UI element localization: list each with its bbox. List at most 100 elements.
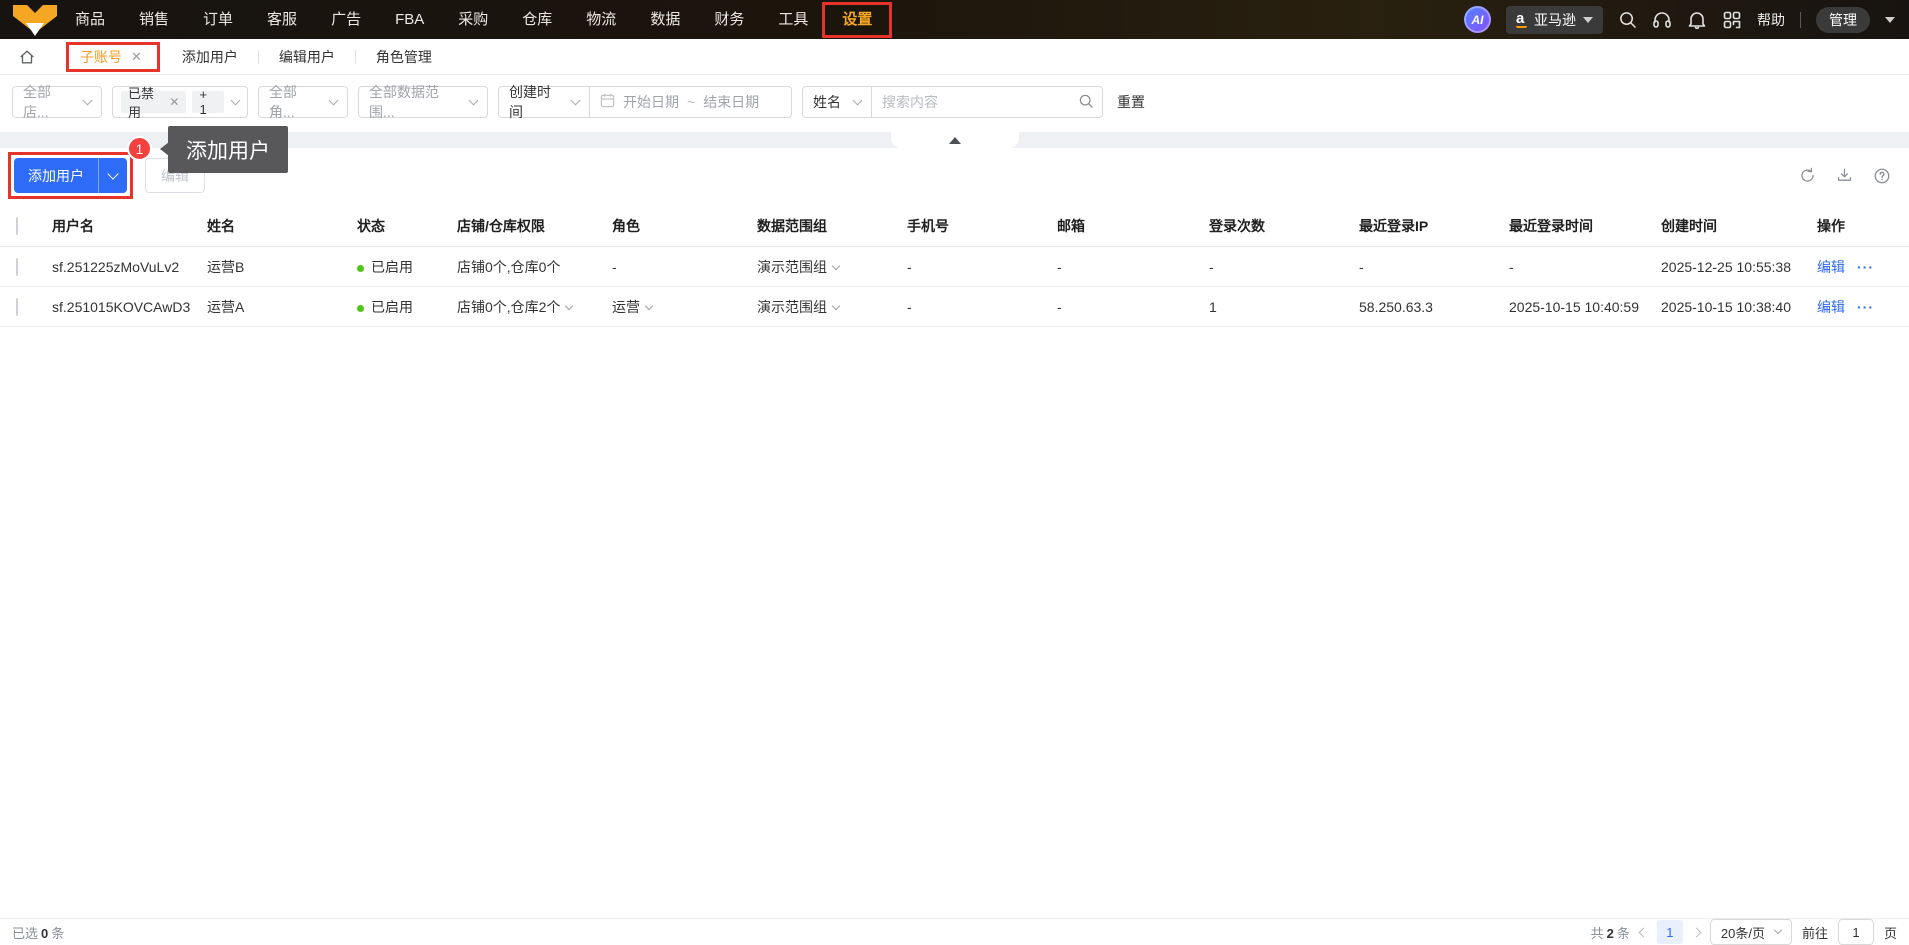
shop-filter-select[interactable]: 全部店... [12,84,102,120]
add-user-button[interactable]: 添加用户 [8,152,133,199]
tab-编辑用户[interactable]: 编辑用户 ✕ [259,39,355,75]
column-header-店铺/仓库权限[interactable]: 店铺/仓库权限 [457,216,612,236]
more-actions-icon[interactable]: ··· [1857,259,1874,275]
home-icon[interactable] [18,48,36,66]
chevron-down-icon[interactable] [565,301,574,310]
table-row: sf.251015KOVCAwD3 运营A 已启用 店铺0个,仓库2个 运营 演… [0,287,1909,327]
nav-item-订单[interactable]: 订单 [186,0,250,39]
more-actions-icon[interactable]: ··· [1857,299,1874,315]
nav-item-物流[interactable]: 物流 [569,0,633,39]
chevron-down-icon [82,95,93,105]
column-header-操作[interactable]: 操作 [1817,216,1893,236]
ai-assistant-button[interactable]: AI [1464,6,1491,33]
column-header-登录次数[interactable]: 登录次数 [1209,216,1359,236]
nav-item-工具[interactable]: 工具 [761,0,825,39]
refresh-icon[interactable] [1799,167,1816,184]
chevron-down-icon[interactable] [831,261,841,270]
row-checkbox[interactable] [16,257,18,276]
edit-button[interactable]: 编辑 [145,158,205,193]
column-header-姓名[interactable]: 姓名 [207,216,357,236]
time-field-select[interactable]: 创建时间 [498,84,590,120]
nav-item-采购[interactable]: 采购 [441,0,505,39]
nav-item-数据[interactable]: 数据 [633,0,697,39]
scope-filter-select[interactable]: 全部数据范围... [358,84,488,120]
column-header-用户名[interactable]: 用户名 [52,216,207,236]
search-input[interactable] [882,94,1070,110]
cell-role[interactable]: 运营 [612,297,757,317]
nav-item-广告[interactable]: 广告 [314,0,378,39]
cell-scope-group[interactable]: 演示范围组 [757,297,907,317]
status-dot-icon [357,264,364,272]
export-download-icon[interactable] [1836,167,1853,184]
account-menu[interactable]: 管理 [1816,6,1870,33]
nav-item-商品[interactable]: 商品 [58,0,122,39]
chevron-down-icon[interactable] [831,301,841,310]
account-chevron-down-icon[interactable] [1885,16,1895,23]
help-link[interactable]: 帮助 [1757,10,1785,30]
cell-permission[interactable]: 店铺0个,仓库2个 [457,297,612,317]
column-header-最近登录IP[interactable]: 最近登录IP [1359,216,1509,236]
column-header-状态[interactable]: 状态 [357,216,457,236]
nav-item-客服[interactable]: 客服 [250,0,314,39]
app-logo[interactable] [12,0,58,39]
search-icon[interactable] [1078,93,1094,112]
marketplace-selector[interactable]: a 亚马逊 [1506,5,1603,34]
page-number-button[interactable]: 1 [1656,920,1683,944]
nav-item-销售[interactable]: 销售 [122,0,186,39]
cell-username: sf.251015KOVCAwD3 [52,298,191,315]
column-header-手机号[interactable]: 手机号 [907,216,1057,236]
scope-filter-placeholder: 全部数据范围... [369,84,439,120]
pagination: 共2条 1 20条/页 前往 页 [1591,919,1897,945]
column-header-创建时间[interactable]: 创建时间 [1661,216,1817,236]
date-filter-group: 创建时间 开始日期 ~ 结束日期 [498,84,792,120]
tab-添加用户[interactable]: 添加用户 ✕ [162,39,258,75]
chevron-down-icon[interactable] [644,301,654,310]
date-range-picker[interactable]: 开始日期 ~ 结束日期 [589,86,792,118]
tab-角色管理[interactable]: 角色管理 ✕ [356,39,452,75]
status-filter-tags: 已禁用✕ + 1✕ [121,86,224,120]
cell-role[interactable]: - [612,259,757,275]
column-header-数据范围组[interactable]: 数据范围组 [757,216,907,236]
chevron-down-icon [230,95,241,105]
column-header-角色[interactable]: 角色 [612,216,757,236]
close-icon[interactable]: ✕ [169,96,179,108]
table-row: sf.251225zMoVuLv2 运营B 已启用 店铺0个,仓库0个 - 演示… [0,247,1909,287]
row-checkbox[interactable] [16,297,18,316]
help-circle-icon[interactable] [1873,167,1891,185]
reset-button[interactable]: 重置 [1117,92,1145,112]
nav-item-仓库[interactable]: 仓库 [505,0,569,39]
next-page-icon[interactable] [1691,927,1702,937]
edit-link[interactable]: 编辑 [1817,297,1845,317]
column-header-邮箱[interactable]: 邮箱 [1057,216,1209,236]
apps-grid-icon[interactable] [1722,10,1742,30]
start-date-placeholder: 开始日期 [623,94,679,110]
cell-permission[interactable]: 店铺0个,仓库0个 [457,257,612,277]
nav-item-设置[interactable]: 设置 [822,0,893,39]
search-field-select[interactable]: 姓名 [802,86,872,118]
cell-scope-group[interactable]: 演示范围组 [757,257,907,277]
table-header: 用户名 姓名 状态 店铺/仓库权限 角色 数据范围组 手机号 邮箱 登录次数 最近登录IP 最近登录… [0,205,1909,247]
tab-子账号[interactable]: 子账号 ✕ [60,39,162,75]
add-user-dropdown-toggle[interactable] [98,158,127,193]
close-icon[interactable]: ✕ [131,50,142,63]
prev-page-icon[interactable] [1638,927,1649,937]
selected-count-text: 已选 0 条 [12,925,65,941]
cell-last-login-time: 2025-10-15 10:40:59 [1509,298,1639,315]
nav-item-FBA[interactable]: FBA [378,0,441,39]
collapse-filters-button[interactable] [890,132,1019,148]
cell-status: 已启用 [357,257,457,277]
filter-tag: + 1✕ [192,87,224,117]
tab-bar: 子账号 ✕ 添加用户 ✕ 编辑用户 ✕ 角色管理 ✕ [0,39,1909,75]
column-header-最近登录时间[interactable]: 最近登录时间 [1509,216,1661,236]
role-filter-select[interactable]: 全部角... [258,84,348,120]
select-all-checkbox[interactable] [16,216,18,235]
support-headset-icon[interactable] [1652,10,1672,30]
search-icon[interactable] [1618,10,1637,29]
nav-item-财务[interactable]: 财务 [697,0,761,39]
edit-link[interactable]: 编辑 [1817,257,1845,277]
status-filter-select[interactable]: 已禁用✕ + 1✕ [112,86,248,120]
goto-page-input[interactable] [1837,919,1874,945]
subaccount-panel: 添加用户 编辑 用户名 姓名 状态 店铺/仓库权限 角色 数据范围组 手机号 邮箱 登录次数 最近… [0,148,1909,918]
notifications-bell-icon[interactable] [1687,10,1707,30]
page-size-select[interactable]: 20条/页 [1709,919,1792,945]
